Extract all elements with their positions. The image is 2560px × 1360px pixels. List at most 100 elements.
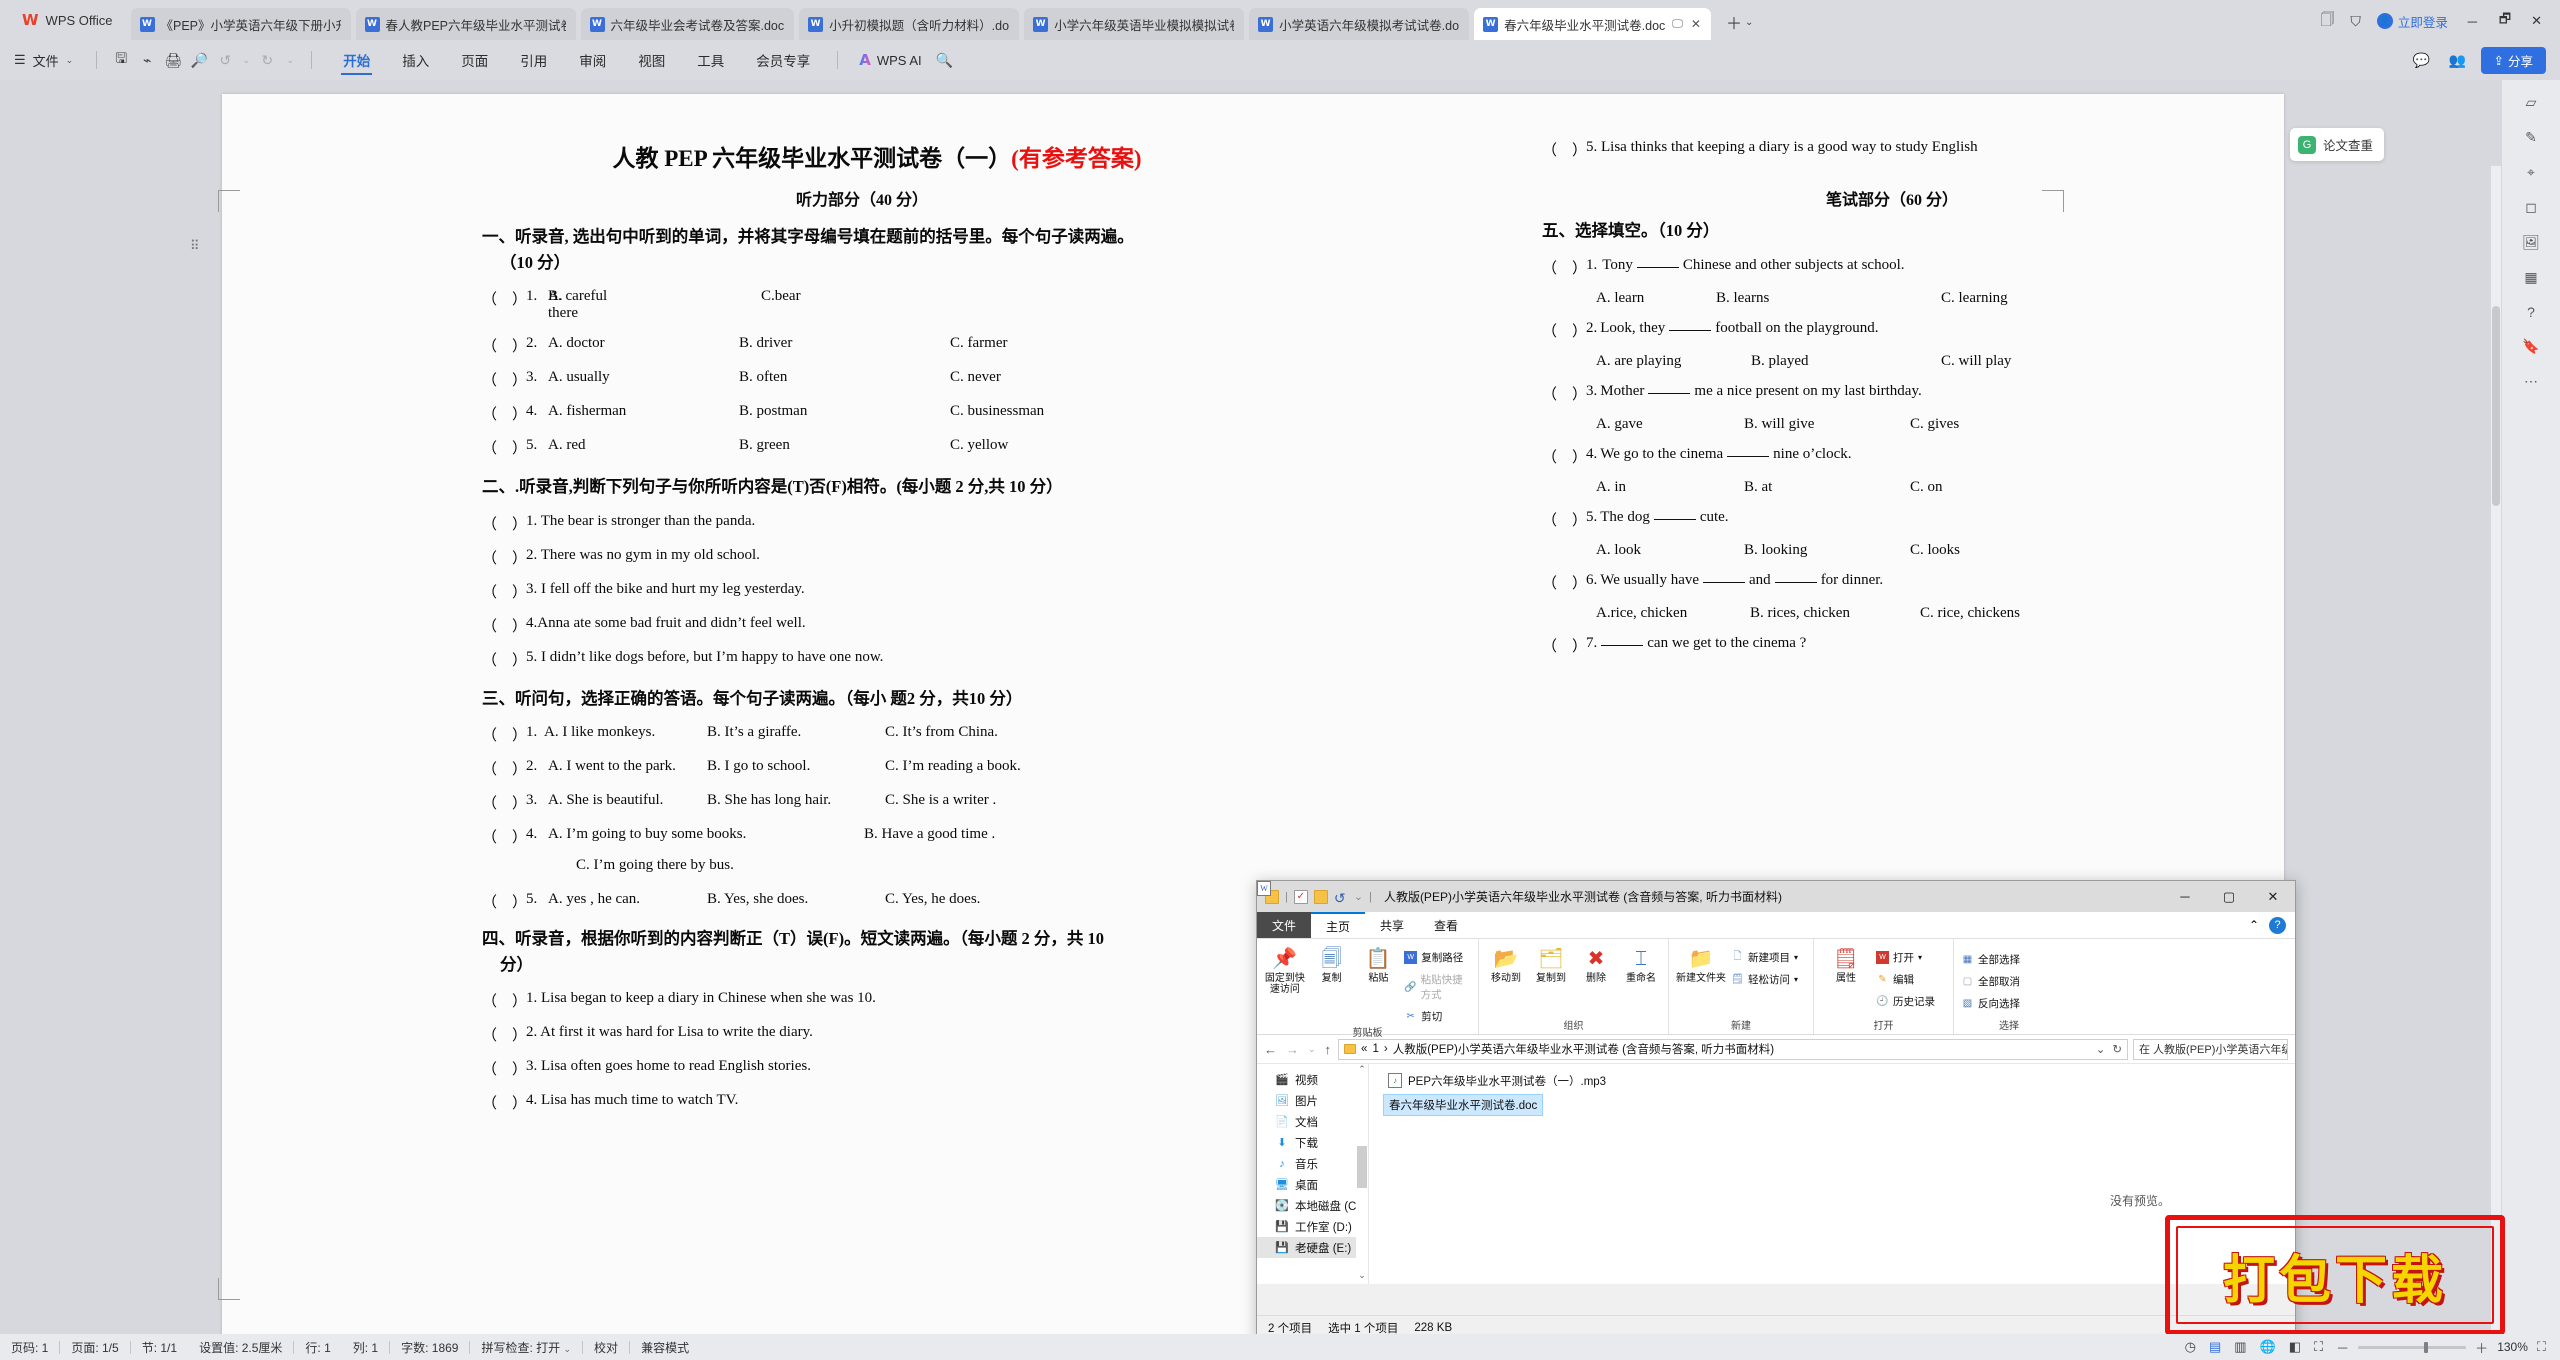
scrollbar-thumb[interactable] <box>2492 306 2500 506</box>
sidebar-item-documents[interactable]: 📄 文档 <box>1257 1111 1368 1132</box>
monitor-icon[interactable]: 🖵 <box>1672 18 1683 31</box>
help-icon[interactable]: ? <box>2527 304 2535 320</box>
zoom-track[interactable] <box>2358 1341 2467 1353</box>
help-icon[interactable]: ? <box>2269 916 2286 934</box>
status-column[interactable]: 列: 1 <box>342 1339 389 1356</box>
select-none-button[interactable]: ▢ 全部取消 <box>1961 974 2020 989</box>
pin-to-quick-access-button[interactable]: 📌 固定到快速访问 <box>1264 944 1306 995</box>
print-icon[interactable]: 🖨 <box>160 47 186 73</box>
sidebar-item-disk-e[interactable]: 💾 老硬盘 (E:) <box>1257 1237 1368 1258</box>
paste-button[interactable]: 📋 粘贴 <box>1357 944 1399 984</box>
status-section[interactable]: 节: 1/1 <box>131 1339 188 1356</box>
doc-tab[interactable]: W 《PEP》小学英语六年级下册小升初模 <box>130 8 351 40</box>
status-page-count[interactable]: 页面: 1/5 <box>60 1339 129 1356</box>
checkmark-icon[interactable]: ✓ <box>1293 889 1308 904</box>
paste-shortcut-button[interactable]: 🔗 粘贴快捷方式 <box>1404 972 1471 1002</box>
picture-icon[interactable]: 🖼 <box>2522 234 2540 251</box>
file-item-doc[interactable]: W 春六年级毕业水平测试卷.doc <box>1257 881 1544 1116</box>
panel-collapse-icon[interactable]: ▱ <box>2526 94 2537 111</box>
status-line[interactable]: 行: 1 <box>294 1339 341 1356</box>
save-icon[interactable]: 🖫 <box>108 47 134 73</box>
ribbon-tab-reference[interactable]: 引用 <box>504 41 563 79</box>
explorer-menu-share[interactable]: 共享 <box>1365 912 1419 938</box>
track-changes-icon[interactable]: ◷ <box>2185 1339 2196 1355</box>
chevron-down-icon[interactable]: ▾ <box>1794 975 1798 984</box>
scrollbar-thumb[interactable] <box>1357 1146 1367 1188</box>
select-all-button[interactable]: ▦ 全部选择 <box>1961 952 2020 967</box>
shapes-icon[interactable]: ◻ <box>2525 199 2537 216</box>
sidebar-item-downloads[interactable]: ⬇ 下载 <box>1257 1132 1368 1153</box>
folder-icon[interactable] <box>1313 889 1328 904</box>
explorer-menu-view[interactable]: 查看 <box>1419 912 1473 938</box>
new-tab-button[interactable]: ＋ ⌄ <box>1716 10 1763 40</box>
edit-button[interactable]: ✎ 编辑 <box>1876 972 1935 987</box>
wps-logo[interactable]: W WPS Office <box>0 0 131 40</box>
view-layout-icon[interactable]: ▤ <box>2209 1339 2221 1355</box>
more-tools-icon[interactable]: ⋯ <box>2524 373 2538 390</box>
minimize-icon[interactable]: － <box>2464 12 2481 31</box>
ribbon-tab-tools[interactable]: 工具 <box>681 41 740 79</box>
forward-icon[interactable]: → <box>1286 1042 1299 1057</box>
ribbon-tab-page[interactable]: 页面 <box>445 41 504 79</box>
ribbon-tab-member[interactable]: 会员专享 <box>740 41 826 79</box>
explorer-search-input[interactable]: 在 人教版(PEP)小学英语六年级毕业... 🔍 <box>2133 1038 2288 1060</box>
comment-icon[interactable]: 💬 <box>2409 47 2435 73</box>
wps-ai-button[interactable]: A WPS AI <box>849 51 931 69</box>
ribbon-tab-review[interactable]: 审阅 <box>563 41 622 79</box>
doc-tab-active[interactable]: W 春六年级毕业水平测试卷.doc 🖵 ✕ <box>1474 8 1711 40</box>
view-web-icon[interactable]: 🌐 <box>2260 1339 2276 1355</box>
search-icon[interactable]: 🔍 <box>932 47 958 73</box>
sidebar-item-local-disk-c[interactable]: 💽 本地磁盘 (C:) <box>1257 1195 1368 1216</box>
undo-icon[interactable]: ↺ <box>1334 890 1348 906</box>
document-scrollbar[interactable] <box>2491 166 2501 1360</box>
status-proofread[interactable]: 校对 <box>583 1339 629 1356</box>
easy-access-button[interactable]: 🗒 轻松访问 ▾ <box>1731 972 1798 987</box>
select-cursor-icon[interactable]: ⌖ <box>2527 164 2535 181</box>
copy-to-button[interactable]: 🗂 复制到 <box>1531 944 1571 984</box>
collaborate-icon[interactable]: 👥 <box>2445 47 2471 73</box>
zoom-in-icon[interactable]: ＋ <box>2475 1338 2488 1357</box>
share-button[interactable]: ⇪ 分享 <box>2480 46 2546 74</box>
quickbar-more-icon[interactable]: ⌄ <box>280 47 300 73</box>
zoom-out-icon[interactable]: － <box>2336 1338 2349 1357</box>
copy-button[interactable]: 🗐 复制 <box>1311 944 1353 984</box>
cut-button[interactable]: ✂ 剪切 <box>1404 1009 1471 1024</box>
properties-button[interactable]: 🗒 属性 <box>1821 944 1871 984</box>
cloud-save-icon[interactable]: ⌁ <box>134 47 160 73</box>
move-to-button[interactable]: 📂 移动到 <box>1486 944 1526 984</box>
status-spellcheck[interactable]: 拼写检查: 打开 ⌄ <box>470 1339 582 1356</box>
explorer-menu-home[interactable]: 主页 <box>1311 912 1366 938</box>
sidebar-item-pictures[interactable]: 🖼 图片 <box>1257 1090 1368 1111</box>
new-folder-button[interactable]: 📁 新建文件夹 <box>1676 944 1726 984</box>
chart-icon[interactable]: ▦ <box>2524 269 2537 286</box>
scroll-up-icon[interactable]: ⌃ <box>1356 1064 1368 1078</box>
up-icon[interactable]: ↑ <box>1325 1042 1332 1057</box>
zoom-settings-icon[interactable]: ⛶ <box>2537 1339 2546 1355</box>
fullscreen-icon[interactable]: ⛶ <box>2314 1339 2323 1355</box>
redo-icon[interactable]: ↻ <box>254 47 280 73</box>
ribbon-tab-start[interactable]: 开始 <box>327 41 386 79</box>
paper-check-button[interactable]: G 论文查重 <box>2290 128 2385 161</box>
maximize-icon[interactable]: ▢ <box>2207 881 2251 912</box>
scroll-down-icon[interactable]: ⌄ <box>1356 1270 1368 1284</box>
login-button[interactable]: 👤 立即登录 <box>2376 12 2448 31</box>
close-icon[interactable]: ✕ <box>1691 17 1701 31</box>
bookmark-icon[interactable]: 🔖 <box>2522 338 2539 355</box>
explorer-title-bar[interactable]: | ✓ ↺ ⌄ | 人教版(PEP)小学英语六年级毕业水平测试卷 (含音频与答案… <box>1257 881 2295 912</box>
minimize-icon[interactable]: ─ <box>2163 881 2207 912</box>
sidebar-scrollbar[interactable]: ⌃ ⌄ <box>1356 1064 1368 1284</box>
history-button[interactable]: 🕘 历史记录 <box>1876 994 1935 1009</box>
chevron-down-icon[interactable]: ▾ <box>1918 953 1922 962</box>
undo-icon[interactable]: ↺ <box>212 47 238 73</box>
doc-tab[interactable]: W 春人教PEP六年级毕业水平测试卷(二) <box>355 8 576 40</box>
chevron-down-icon[interactable]: ⌄ <box>1354 890 1363 903</box>
file-item-mp3[interactable]: ♪ PEP六年级毕业水平测试卷（一）.mp3 <box>1383 1071 1611 1091</box>
ribbon-tab-view[interactable]: 视图 <box>622 41 681 79</box>
sidebar-item-desktop[interactable]: 🖥 桌面 <box>1257 1174 1368 1195</box>
rename-button[interactable]: ⌶ 重命名 <box>1621 944 1661 984</box>
close-icon[interactable]: ✕ <box>2251 881 2295 912</box>
doc-tab[interactable]: W 小学英语六年级模拟考试试卷.docx <box>1249 8 1470 40</box>
maximize-icon[interactable]: 🗗 <box>2497 10 2513 32</box>
status-page-number[interactable]: 页码: 1 <box>0 1339 59 1356</box>
file-menu-button[interactable]: ☰ 文件 ⌄ <box>14 51 85 70</box>
